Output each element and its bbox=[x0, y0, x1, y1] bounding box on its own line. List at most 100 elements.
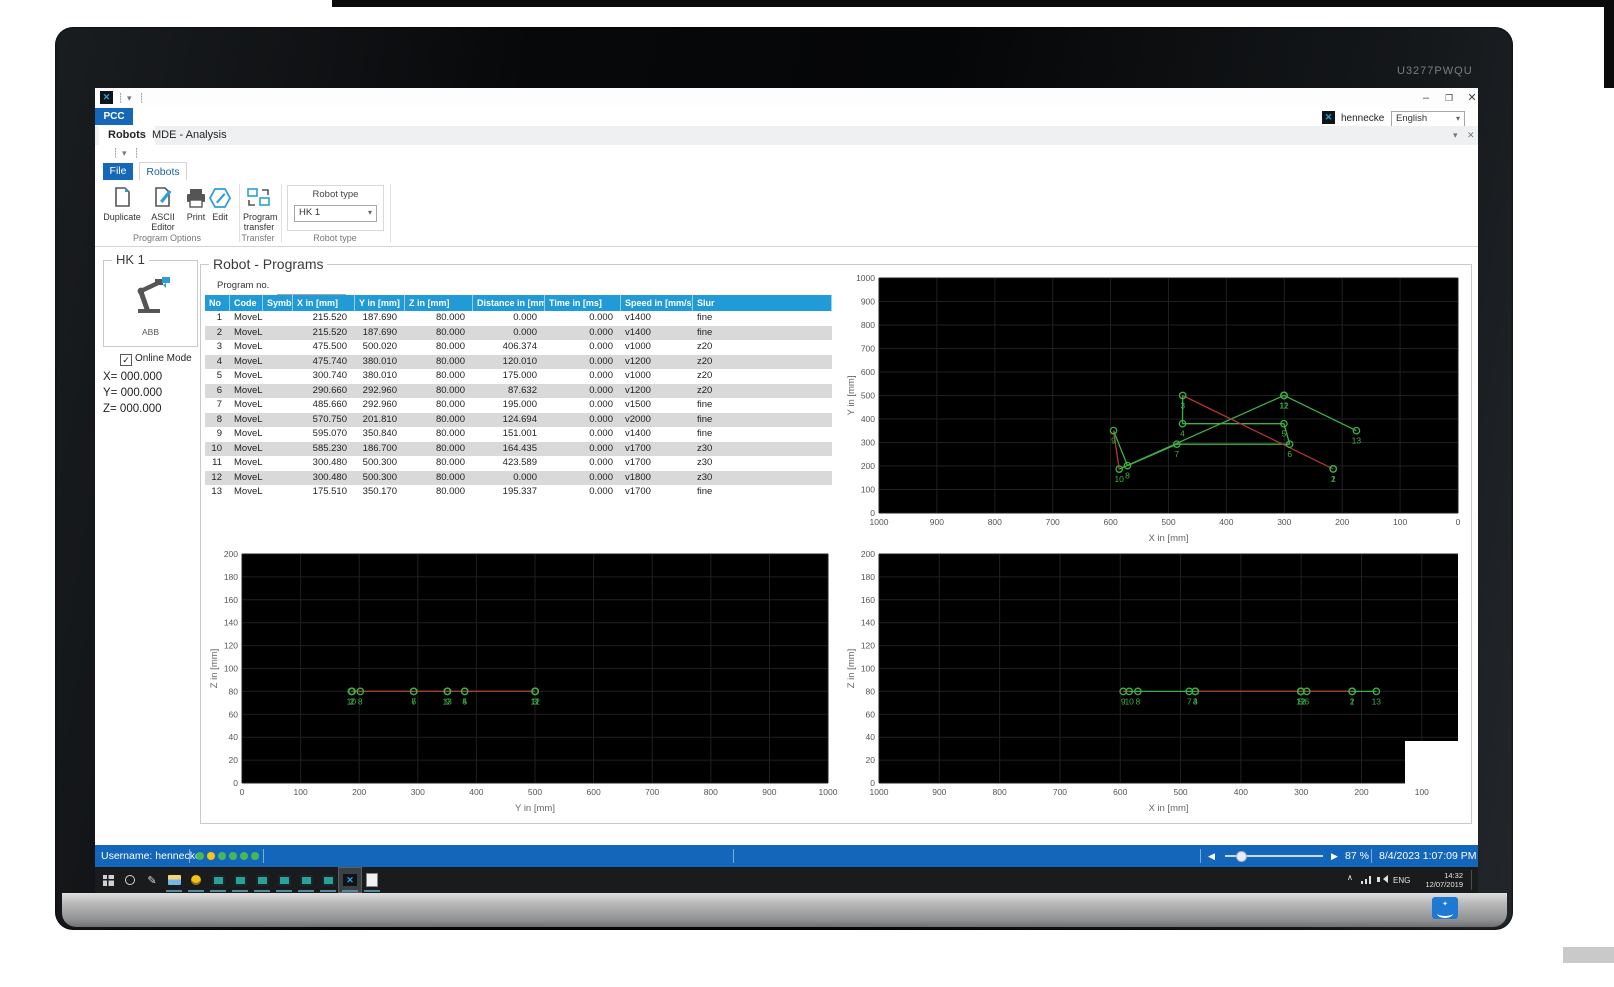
ribbon-tab-robots[interactable]: Robots bbox=[139, 162, 187, 181]
robot-type-value: HK 1 bbox=[299, 207, 320, 218]
table-row[interactable]: 13MoveL175.510350.17080.000195.3370.000v… bbox=[205, 485, 832, 500]
table-cell: 80.000 bbox=[405, 456, 473, 471]
table-cell: v1400 bbox=[621, 311, 693, 326]
network-icon[interactable] bbox=[1361, 876, 1371, 884]
ribbon-separator bbox=[390, 184, 391, 242]
ribbon-collapse-icon[interactable]: ▾ bbox=[1453, 130, 1458, 141]
group-label-robot-type: Robot type bbox=[305, 233, 365, 243]
app-window-icon[interactable] bbox=[251, 868, 273, 892]
table-cell: 12 bbox=[205, 471, 230, 486]
table-row[interactable]: 9MoveL595.070350.84080.000151.0010.000v1… bbox=[205, 427, 832, 442]
column-header[interactable]: Time in [ms] bbox=[545, 295, 621, 311]
zoom-in-arrow[interactable]: ▶ bbox=[1331, 845, 1338, 867]
program-transfer-button[interactable]: Program transfer bbox=[243, 186, 275, 232]
start-icon[interactable] bbox=[97, 868, 119, 892]
table-cell: 10 bbox=[205, 442, 230, 457]
column-header[interactable]: X in [mm] bbox=[293, 295, 355, 311]
table-row[interactable]: 11MoveL300.480500.30080.000423.5890.000v… bbox=[205, 456, 832, 471]
column-header[interactable]: Symbolic bbox=[263, 295, 293, 311]
edit-button[interactable]: Edit bbox=[207, 186, 233, 222]
svg-text:800: 800 bbox=[861, 320, 875, 330]
menu-tab-mde-analysis[interactable]: MDE - Analysis bbox=[143, 126, 236, 145]
table-cell: z30 bbox=[693, 471, 832, 486]
table-cell: z20 bbox=[693, 355, 832, 370]
table-cell: 290.660 bbox=[293, 384, 355, 399]
language-indicator[interactable]: ENG bbox=[1393, 876, 1410, 885]
svg-text:180: 180 bbox=[861, 572, 875, 582]
table-row[interactable]: 6MoveL290.660292.96080.00087.6320.000v12… bbox=[205, 384, 832, 399]
table-cell: 570.750 bbox=[293, 413, 355, 428]
menu-close-icon[interactable]: ✕ bbox=[1467, 130, 1475, 141]
table-cell: MoveL bbox=[230, 413, 263, 428]
column-header[interactable]: Distance in [mm] bbox=[473, 295, 545, 311]
pen-icon[interactable]: ✎ bbox=[141, 868, 163, 892]
svg-text:10: 10 bbox=[1114, 474, 1124, 484]
show-desktop-separator[interactable] bbox=[1471, 870, 1472, 890]
app-window-icon[interactable] bbox=[229, 868, 251, 892]
table-cell: 0.000 bbox=[545, 384, 621, 399]
zoom-slider-thumb[interactable] bbox=[1236, 851, 1247, 862]
table-cell: 0.000 bbox=[545, 355, 621, 370]
column-header[interactable]: Code bbox=[230, 295, 263, 311]
ascii-editor-button[interactable]: ASCII Editor bbox=[145, 186, 181, 232]
column-header[interactable]: Z in [mm] bbox=[405, 295, 473, 311]
svg-text:1000: 1000 bbox=[819, 787, 838, 797]
table-row[interactable]: 10MoveL585.230186.70080.000164.4350.000v… bbox=[205, 442, 832, 457]
table-row[interactable]: 5MoveL300.740380.01080.000175.0000.000v1… bbox=[205, 369, 832, 384]
duplicate-button[interactable]: Duplicate bbox=[101, 186, 143, 222]
svg-text:500: 500 bbox=[1173, 787, 1187, 797]
table-row[interactable]: 7MoveL485.660292.96080.000195.0000.000v1… bbox=[205, 398, 832, 413]
app-window-icon[interactable] bbox=[317, 868, 339, 892]
column-header[interactable]: Slur bbox=[693, 295, 832, 311]
column-header[interactable]: Y in [mm] bbox=[355, 295, 405, 311]
svg-text:13: 13 bbox=[442, 696, 452, 706]
column-header[interactable]: Speed in [mm/s] bbox=[621, 295, 693, 311]
svg-text:900: 900 bbox=[930, 517, 944, 527]
table-cell: 215.520 bbox=[293, 311, 355, 326]
qat2-caret-icon[interactable]: ▾ bbox=[122, 148, 127, 159]
ribbon-tab-file[interactable]: File bbox=[103, 163, 133, 180]
qat-caret-icon[interactable]: ▾ bbox=[127, 93, 132, 104]
online-mode-checkbox[interactable]: ✓ bbox=[120, 354, 132, 366]
qat-separator: ┊ bbox=[139, 93, 144, 104]
table-row[interactable]: 1MoveL215.520187.69080.0000.0000.000v140… bbox=[205, 311, 832, 326]
robot-type-select[interactable]: HK 1▾ bbox=[294, 205, 377, 222]
monitor-stand-strip bbox=[62, 893, 1507, 927]
svg-text:60: 60 bbox=[866, 709, 876, 719]
search-icon[interactable] bbox=[119, 868, 141, 892]
table-cell: 6 bbox=[205, 384, 230, 399]
zoom-out-arrow[interactable]: ◀ bbox=[1208, 845, 1215, 867]
table-row[interactable]: 4MoveL475.740380.01080.000120.0100.000v1… bbox=[205, 355, 832, 370]
svg-text:160: 160 bbox=[224, 595, 238, 605]
app-window-icon[interactable] bbox=[207, 868, 229, 892]
file-explorer-icon[interactable] bbox=[163, 868, 185, 892]
minimize-button[interactable]: – bbox=[1417, 90, 1435, 106]
tray-clock[interactable]: 14:32 12/07/2019 bbox=[1413, 871, 1463, 889]
table-cell: fine bbox=[693, 485, 832, 500]
speaker-icon[interactable] bbox=[1377, 875, 1387, 884]
table-row[interactable]: 2MoveL215.520187.69080.0000.0000.000v140… bbox=[205, 326, 832, 341]
print-button[interactable]: Print bbox=[183, 186, 209, 222]
pcc-app-icon[interactable]: ✕ bbox=[339, 868, 361, 892]
close-button[interactable]: ✕ bbox=[1463, 90, 1478, 106]
status-dot bbox=[251, 852, 259, 860]
table-row[interactable]: 8MoveL570.750201.81080.000124.6940.000v2… bbox=[205, 413, 832, 428]
svg-text:200: 200 bbox=[1335, 517, 1349, 527]
svg-text:10: 10 bbox=[1124, 696, 1134, 706]
assistant-icon[interactable] bbox=[185, 868, 207, 892]
tray-expand-icon[interactable]: ∧ bbox=[1347, 873, 1353, 882]
svg-text:700: 700 bbox=[861, 344, 875, 354]
pcc-menu-button[interactable]: PCC bbox=[95, 108, 133, 125]
app-window-icon[interactable] bbox=[273, 868, 295, 892]
table-cell: 195.000 bbox=[473, 398, 545, 413]
restore-button[interactable]: ❐ bbox=[1440, 90, 1458, 106]
table-cell: 0.000 bbox=[473, 326, 545, 341]
table-row[interactable]: 12MoveL300.480500.30080.0000.0000.000v18… bbox=[205, 471, 832, 486]
table-row[interactable]: 3MoveL475.500500.02080.000406.3740.000v1… bbox=[205, 340, 832, 355]
column-header[interactable]: No bbox=[205, 295, 230, 311]
table-cell: 120.010 bbox=[473, 355, 545, 370]
table-cell bbox=[263, 311, 293, 326]
table-cell: MoveL bbox=[230, 369, 263, 384]
document-app-icon[interactable] bbox=[361, 868, 383, 892]
app-window-icon[interactable] bbox=[295, 868, 317, 892]
